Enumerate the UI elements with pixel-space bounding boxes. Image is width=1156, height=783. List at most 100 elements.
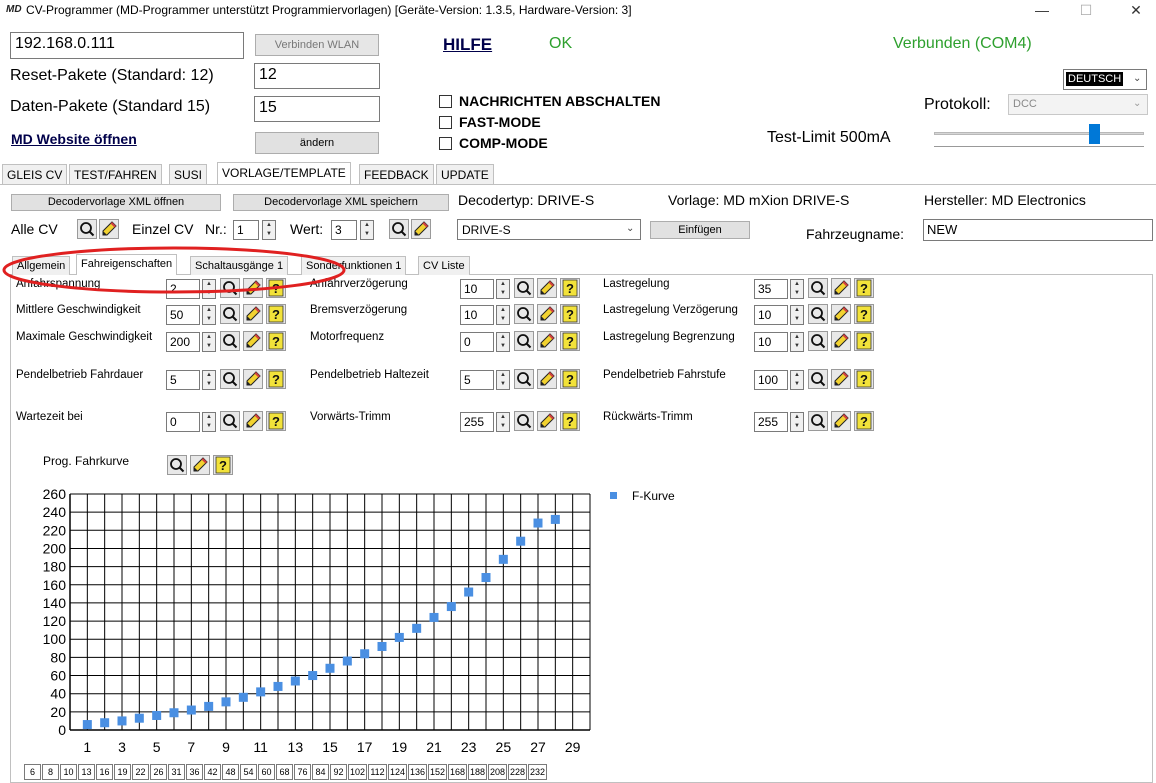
curve-value-cell[interactable]: 13 bbox=[78, 764, 95, 780]
search-icon[interactable] bbox=[808, 411, 828, 431]
param-value-input[interactable]: 5 bbox=[166, 370, 200, 390]
curve-value-cell[interactable]: 152 bbox=[428, 764, 447, 780]
curve-value-cell[interactable]: 232 bbox=[528, 764, 547, 780]
change-button[interactable]: ändern bbox=[255, 132, 379, 154]
insert-button[interactable]: Einfügen bbox=[650, 221, 750, 239]
param-value-input[interactable]: 100 bbox=[754, 370, 788, 390]
pencil-icon[interactable] bbox=[537, 331, 557, 351]
curve-value-cell[interactable]: 112 bbox=[368, 764, 387, 780]
help-icon[interactable]: ? bbox=[560, 411, 580, 431]
tab-susi[interactable]: SUSI bbox=[169, 164, 208, 184]
pencil-icon[interactable] bbox=[243, 369, 263, 389]
ip-address-input[interactable]: 192.168.0.111 bbox=[10, 32, 244, 59]
pencil-icon[interactable] bbox=[831, 304, 851, 324]
param-stepper[interactable]: ▲ ▼ bbox=[202, 332, 216, 352]
website-link[interactable]: MD Website öffnen bbox=[11, 131, 137, 147]
param-value-input[interactable]: 200 bbox=[166, 332, 200, 352]
help-icon[interactable]: ? bbox=[560, 304, 580, 324]
curve-value-cell[interactable]: 6 bbox=[24, 764, 41, 780]
curve-value-cell[interactable]: 168 bbox=[448, 764, 467, 780]
slider-thumb[interactable] bbox=[1089, 124, 1101, 144]
param-value-input[interactable]: 0 bbox=[166, 412, 200, 432]
curve-value-cell[interactable]: 31 bbox=[168, 764, 185, 780]
search-icon[interactable] bbox=[389, 219, 409, 239]
curve-value-cell[interactable]: 228 bbox=[508, 764, 527, 780]
test-limit-slider[interactable] bbox=[934, 124, 1144, 152]
search-icon[interactable] bbox=[77, 219, 97, 239]
tab-gleis-cv[interactable]: GLEIS CV bbox=[2, 164, 68, 184]
help-icon[interactable]: ? bbox=[560, 331, 580, 351]
close-icon[interactable]: ✕ bbox=[1116, 0, 1156, 22]
param-stepper[interactable]: ▲ ▼ bbox=[790, 279, 804, 299]
search-icon[interactable] bbox=[514, 304, 534, 324]
param-value-input[interactable]: 10 bbox=[754, 332, 788, 352]
help-icon[interactable]: ? bbox=[266, 369, 286, 389]
curve-value-cell[interactable]: 16 bbox=[96, 764, 113, 780]
param-stepper[interactable]: ▲ ▼ bbox=[202, 305, 216, 325]
pencil-icon[interactable] bbox=[537, 304, 557, 324]
help-icon[interactable]: ? bbox=[854, 331, 874, 351]
decoder-select[interactable]: DRIVE-S ⌄ bbox=[457, 219, 641, 240]
param-value-input[interactable]: 5 bbox=[460, 370, 494, 390]
cv-value-stepper[interactable]: ▲ ▼ bbox=[360, 220, 374, 240]
search-icon[interactable] bbox=[514, 278, 534, 298]
curve-value-cell[interactable]: 19 bbox=[114, 764, 131, 780]
search-icon[interactable] bbox=[220, 331, 240, 351]
search-icon[interactable] bbox=[808, 331, 828, 351]
help-icon[interactable]: ? bbox=[560, 278, 580, 298]
search-icon[interactable] bbox=[220, 304, 240, 324]
param-value-input[interactable]: 255 bbox=[754, 412, 788, 432]
open-xml-button[interactable]: Decodervorlage XML öffnen bbox=[11, 194, 221, 211]
pencil-icon[interactable] bbox=[831, 331, 851, 351]
minimize-icon[interactable]: — bbox=[1022, 0, 1062, 22]
pencil-icon[interactable] bbox=[243, 304, 263, 324]
cv-nr-stepper[interactable]: ▲ ▼ bbox=[262, 220, 276, 240]
param-value-input[interactable]: 10 bbox=[460, 305, 494, 325]
search-icon[interactable] bbox=[808, 278, 828, 298]
cv-nr-input[interactable]: 1 bbox=[233, 220, 259, 240]
help-icon[interactable]: ? bbox=[854, 278, 874, 298]
param-stepper[interactable]: ▲ ▼ bbox=[202, 370, 216, 390]
pencil-icon[interactable] bbox=[99, 219, 119, 239]
curve-value-cell[interactable]: 26 bbox=[150, 764, 167, 780]
search-icon[interactable] bbox=[220, 411, 240, 431]
pencil-icon[interactable] bbox=[537, 278, 557, 298]
language-select[interactable]: DEUTSCH ⌄ bbox=[1063, 69, 1147, 90]
connect-wlan-button[interactable]: Verbinden WLAN bbox=[255, 34, 379, 56]
param-stepper[interactable]: ▲ ▼ bbox=[496, 279, 510, 299]
pencil-icon[interactable] bbox=[537, 411, 557, 431]
param-stepper[interactable]: ▲ ▼ bbox=[790, 332, 804, 352]
curve-value-cell[interactable]: 188 bbox=[468, 764, 487, 780]
mute-messages-checkbox[interactable] bbox=[439, 95, 452, 108]
pencil-icon[interactable] bbox=[243, 331, 263, 351]
search-icon[interactable] bbox=[220, 369, 240, 389]
curve-value-cell[interactable]: 60 bbox=[258, 764, 275, 780]
cv-value-input[interactable]: 3 bbox=[331, 220, 357, 240]
pencil-icon[interactable] bbox=[243, 411, 263, 431]
vehicle-name-input[interactable]: NEW bbox=[923, 219, 1153, 241]
comp-mode-checkbox[interactable] bbox=[439, 137, 452, 150]
param-value-input[interactable]: 10 bbox=[754, 305, 788, 325]
param-stepper[interactable]: ▲ ▼ bbox=[790, 305, 804, 325]
curve-value-cell[interactable]: 36 bbox=[186, 764, 203, 780]
param-stepper[interactable]: ▲ ▼ bbox=[496, 412, 510, 432]
pencil-icon[interactable] bbox=[831, 278, 851, 298]
maximize-icon[interactable]: ☐ bbox=[1066, 0, 1106, 22]
curve-value-cell[interactable]: 136 bbox=[408, 764, 427, 780]
param-value-input[interactable]: 0 bbox=[460, 332, 494, 352]
protocol-select[interactable]: DCC ⌄ bbox=[1008, 94, 1148, 115]
help-icon[interactable]: ? bbox=[266, 331, 286, 351]
curve-value-cell[interactable]: 68 bbox=[276, 764, 293, 780]
tab-feedback[interactable]: FEEDBACK bbox=[359, 164, 434, 184]
param-value-input[interactable]: 50 bbox=[166, 305, 200, 325]
pencil-icon[interactable] bbox=[190, 455, 210, 475]
help-icon[interactable]: ? bbox=[854, 411, 874, 431]
help-link[interactable]: HILFE bbox=[443, 35, 492, 55]
pencil-icon[interactable] bbox=[831, 369, 851, 389]
tab-test-fahren[interactable]: TEST/FAHREN bbox=[69, 164, 162, 184]
curve-value-cell[interactable]: 8 bbox=[42, 764, 59, 780]
curve-value-cell[interactable]: 54 bbox=[240, 764, 257, 780]
help-icon[interactable]: ? bbox=[213, 455, 233, 475]
curve-value-cell[interactable]: 84 bbox=[312, 764, 329, 780]
curve-value-cell[interactable]: 10 bbox=[60, 764, 77, 780]
